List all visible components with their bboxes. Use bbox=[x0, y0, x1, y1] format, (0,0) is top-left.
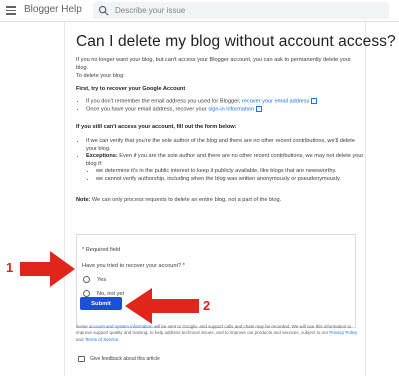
search-input[interactable] bbox=[115, 4, 375, 17]
list-item: If we can verify that you're the sole au… bbox=[86, 138, 366, 153]
intro-text: If you no longer want your blog, but can… bbox=[76, 57, 351, 71]
annotation-number-1: 1 bbox=[6, 260, 14, 275]
page-title: Can I delete my blog without account acc… bbox=[76, 33, 396, 50]
list-item: Once you have your email address, recove… bbox=[86, 105, 366, 114]
exceptions-text: Even if you are the sole author and ther… bbox=[86, 153, 364, 167]
terms-link[interactable]: Terms of Service bbox=[85, 337, 119, 342]
list-item-text: If you don't remember the email address … bbox=[86, 98, 242, 105]
note: Note: We can only process requests to de… bbox=[76, 197, 281, 205]
note-text: We can only process requests to delete a… bbox=[90, 197, 282, 203]
privacy-note: Some account and system information will… bbox=[76, 324, 358, 343]
to-delete-text: To delete your blog: bbox=[76, 73, 125, 79]
app-title[interactable]: Blogger Help bbox=[24, 4, 82, 15]
privacy-note-text: . bbox=[118, 336, 120, 342]
external-link-icon bbox=[255, 105, 262, 112]
top-bar: Blogger Help bbox=[0, 0, 399, 22]
privacy-note-text: and bbox=[76, 336, 85, 342]
search-icon bbox=[98, 5, 109, 16]
note-label: Note: bbox=[76, 197, 91, 203]
step1-heading: First, try to recover your Google Accoun… bbox=[76, 86, 186, 92]
step2-heading: If you still can't access your account, … bbox=[76, 124, 237, 130]
exceptions-label: Exceptions: bbox=[86, 153, 118, 159]
feedback-icon[interactable] bbox=[78, 356, 85, 362]
list-item: Exceptions: Even if you are the sole aut… bbox=[86, 153, 366, 183]
radio-yes-label[interactable]: Yes bbox=[97, 277, 106, 283]
list-item-text: Once you have your email address, recove… bbox=[86, 106, 209, 113]
submit-button[interactable]: Submit bbox=[80, 297, 122, 310]
radio-no-not-yet[interactable] bbox=[83, 290, 90, 297]
menu-icon[interactable] bbox=[6, 6, 16, 15]
radio-yes[interactable] bbox=[83, 276, 90, 283]
privacy-note-text: Some bbox=[76, 324, 90, 329]
step2-list: If we can verify that you're the sole au… bbox=[76, 138, 366, 183]
list-item: we cannot verify authorship, including w… bbox=[96, 176, 366, 184]
form-question: Have you tried to recover your account? … bbox=[82, 263, 185, 269]
list-item: If you don't remember the email address … bbox=[86, 98, 366, 106]
exceptions-list: we determine it's in the public interest… bbox=[86, 168, 366, 183]
annotation-number-2: 2 bbox=[203, 298, 211, 313]
list-item: we determine it's in the public interest… bbox=[96, 168, 366, 176]
step1-list: If you don't remember the email address … bbox=[76, 98, 366, 114]
annotation-arrow-1 bbox=[20, 251, 75, 287]
recover-email-link[interactable]: recover your email address bbox=[242, 98, 309, 104]
privacy-policy-link[interactable]: Privacy Policy bbox=[329, 330, 357, 335]
required-field-note: * Required field bbox=[82, 247, 121, 253]
annotation-arrow-2 bbox=[125, 288, 199, 324]
feedback-link[interactable]: Give feedback about this article bbox=[90, 356, 160, 362]
external-link-icon bbox=[311, 98, 318, 104]
sign-in-info-link[interactable]: sign-in information bbox=[208, 106, 254, 112]
search-bar[interactable] bbox=[93, 2, 389, 19]
